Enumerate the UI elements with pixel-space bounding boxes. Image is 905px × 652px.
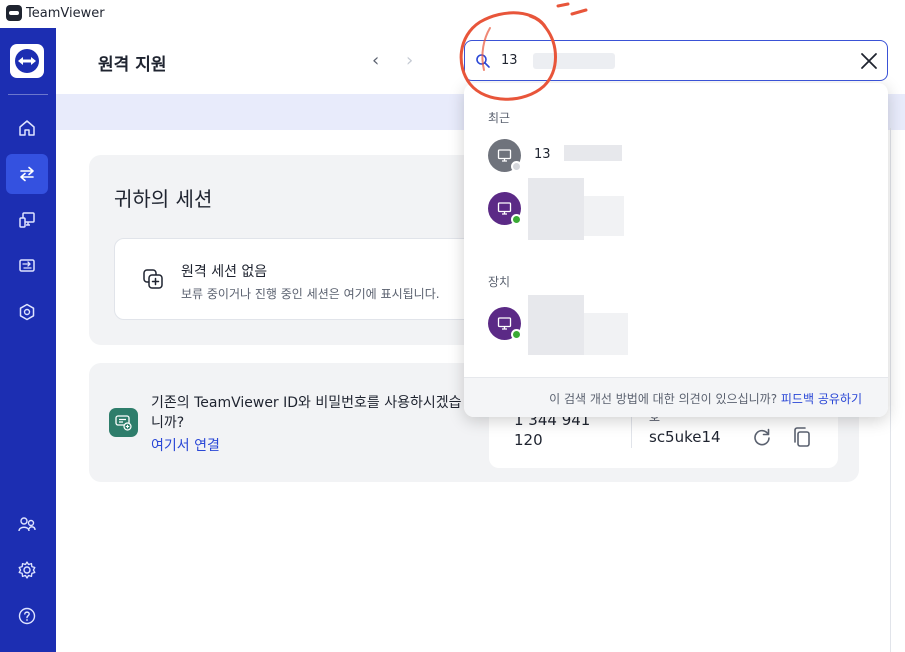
recent-result-item[interactable] <box>484 178 864 240</box>
share-feedback-link[interactable]: 피드백 공유하기 <box>781 392 862 406</box>
devices-section-label: 장치 <box>488 275 511 289</box>
connect-here-link[interactable]: 여기서 연결 <box>151 435 220 455</box>
result-name: 13 <box>534 147 551 162</box>
app-title: TeamViewer <box>26 6 105 21</box>
status-offline-indicator <box>511 161 522 172</box>
sidebar-item-home[interactable] <box>6 108 48 148</box>
empty-sessions-description: 보류 중이거나 진행 중인 세션은 여기에 표시됩니다. <box>181 287 440 301</box>
home-icon <box>19 120 35 136</box>
password-value: sc5uke14 <box>649 428 721 446</box>
feedback-text: 이 검색 개선 방법에 대한 의견이 있으십니까? 피드백 공유하기 <box>549 390 862 407</box>
sidebar-item-contacts[interactable] <box>6 504 48 544</box>
monitor-icon <box>497 149 512 162</box>
teamviewer-small-logo-icon <box>6 5 22 21</box>
help-icon <box>18 607 36 625</box>
gear-icon <box>18 561 36 579</box>
refresh-icon[interactable] <box>751 426 773 448</box>
empty-sessions-box: 원격 세션 없음 보류 중이거나 진행 중인 세션은 여기에 표시됩니다. <box>114 238 494 320</box>
feedback-bar: 이 검색 개선 방법에 대한 의견이 있으십니까? 피드백 공유하기 <box>464 377 888 417</box>
redacted-text <box>584 313 628 355</box>
empty-sessions-title: 원격 세션 없음 <box>181 264 268 280</box>
redacted-text <box>528 295 584 355</box>
recent-result-item[interactable]: 13 <box>484 133 864 177</box>
forward-arrow-icon[interactable]: › <box>406 50 413 71</box>
status-online-indicator <box>511 329 522 340</box>
status-online-indicator <box>511 214 522 225</box>
monitor-icon <box>497 202 512 215</box>
monitor-device-icon <box>19 212 35 228</box>
content-edge-divider <box>890 128 891 652</box>
page-title: 원격 지원 <box>98 55 167 75</box>
feedback-question: 이 검색 개선 방법에 대한 의견이 있으십니까? <box>549 392 781 406</box>
id-card-icon <box>109 408 138 437</box>
back-arrow-icon[interactable]: ‹ <box>372 50 379 71</box>
redacted-text <box>584 196 624 236</box>
sessions-title: 귀하의 세션 <box>114 187 213 211</box>
device-result-item[interactable] <box>484 295 864 355</box>
swap-arrows-icon <box>20 166 34 182</box>
hexagon-shield-icon <box>19 303 35 321</box>
teamviewer-logo-icon[interactable] <box>10 44 44 78</box>
sidebar-item-file-transfer[interactable] <box>6 246 48 286</box>
sidebar-divider <box>8 94 48 95</box>
recent-section-label: 최근 <box>488 111 511 125</box>
sidebar-item-remote-support[interactable] <box>6 154 48 194</box>
sidebar-item-help[interactable] <box>6 596 48 636</box>
people-icon <box>18 517 36 532</box>
redacted-text <box>564 145 622 161</box>
sidebar <box>0 28 56 652</box>
sidebar-item-settings[interactable] <box>6 550 48 590</box>
sidebar-item-remote-management[interactable] <box>6 200 48 240</box>
search-results-dropdown: 최근 13 장치 이 검색 개선 방법에 대한 의견이 있으십니까? 피드백 공… <box>464 83 888 417</box>
add-session-icon <box>143 269 163 289</box>
redacted-text <box>528 178 584 240</box>
transfer-screen-icon <box>19 259 35 272</box>
close-icon[interactable] <box>859 51 879 71</box>
annotation-circle-scribble <box>459 2 588 101</box>
sidebar-item-security[interactable] <box>6 292 48 332</box>
sessions-card: 귀하의 세션 원격 세션 없음 보류 중이거나 진행 중인 세션은 여기에 표시… <box>89 155 509 345</box>
copy-icon[interactable] <box>791 426 813 448</box>
id-question-text: 기존의 TeamViewer ID와 비밀번호를 사용하시겠습니까? <box>151 395 462 431</box>
monitor-icon <box>497 317 512 330</box>
